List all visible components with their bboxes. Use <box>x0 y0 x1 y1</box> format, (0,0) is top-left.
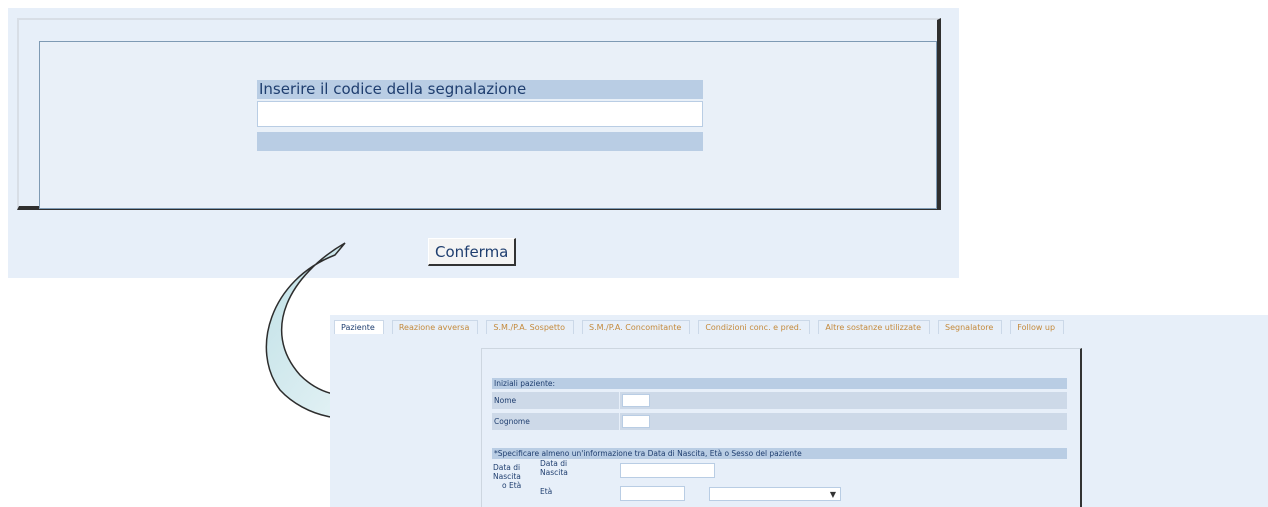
birth-date-label-2: Nascita <box>540 468 568 477</box>
code-entry-screen: Inserire il codice della segnalazione Co… <box>8 8 959 278</box>
tab-reazione-avversa[interactable]: Reazione avversa <box>391 320 479 334</box>
form-tab-bar: Paziente Reazione avversa S.M./P.A. Sosp… <box>334 320 1072 334</box>
age-input[interactable] <box>620 486 685 501</box>
tab-smpa-concomitante[interactable]: S.M./P.A. Concomitante <box>581 320 691 334</box>
tab-segnalatore[interactable]: Segnalatore <box>938 320 1003 334</box>
birth-age-group-label-2: Nascita <box>493 472 521 481</box>
nome-input[interactable] <box>622 394 650 407</box>
chevron-down-icon: ▼ <box>829 490 836 499</box>
tab-smpa-sospetto[interactable]: S.M./P.A. Sospetto <box>486 320 574 334</box>
tab-paziente[interactable]: Paziente <box>334 320 384 334</box>
code-form-header: Inserire il codice della segnalazione <box>257 80 703 99</box>
age-unit-select[interactable]: ▼ <box>709 487 841 501</box>
nome-label: Nome <box>492 392 619 409</box>
confirm-button[interactable]: Conferma <box>428 238 517 266</box>
birth-age-group-label-1: Data di <box>493 463 521 472</box>
nome-row <box>620 392 1067 409</box>
patient-form-screen: Paziente Reazione avversa S.M./P.A. Sosp… <box>330 315 1268 507</box>
cognome-input[interactable] <box>622 415 650 428</box>
tab-condizioni[interactable]: Condizioni conc. e pred. <box>698 320 811 334</box>
birth-date-label-1: Data di <box>540 459 568 468</box>
specify-header: *Specificare almeno un'informazione tra … <box>492 448 1067 459</box>
tab-follow-up[interactable]: Follow up <box>1010 320 1065 334</box>
birth-age-group-label-3: o Età <box>502 481 522 490</box>
cognome-row <box>620 413 1067 430</box>
initials-header: Iniziali paziente: <box>492 378 1067 389</box>
tab-altre-sostanze[interactable]: Altre sostanze utilizzate <box>818 320 931 334</box>
birth-date-input[interactable] <box>620 463 715 478</box>
cognome-label: Cognome <box>492 413 619 430</box>
report-code-input[interactable] <box>257 101 703 127</box>
age-label: Età <box>540 487 553 496</box>
code-form-footer <box>257 132 703 151</box>
